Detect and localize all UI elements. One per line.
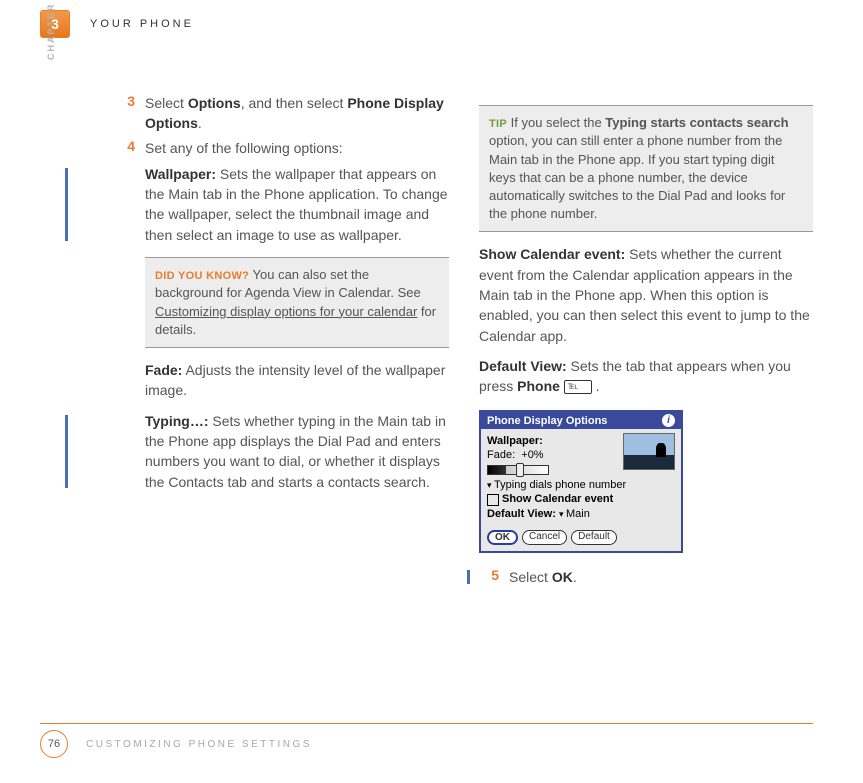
info-icon[interactable]: i — [662, 414, 675, 427]
show-calendar-checkbox[interactable]: Show Calendar event — [487, 493, 675, 505]
text: . — [592, 378, 600, 394]
device-screenshot: Phone Display Options i Wallpaper: Fade:… — [479, 410, 683, 552]
ss-default-view-value: Main — [566, 508, 590, 520]
footer-section-title: CUSTOMIZING PHONE SETTINGS — [86, 739, 312, 750]
fade-label: Fade: — [145, 362, 182, 378]
text: Select — [509, 569, 552, 585]
tip-box: TIP If you select the Typing starts cont… — [479, 105, 813, 232]
step-text: Set any of the following options: — [145, 138, 449, 158]
phone-key-icon: ℡ — [564, 380, 592, 394]
typing-option: Typing…: Sets whether typing in the Main… — [145, 411, 449, 492]
text: , and then select — [241, 95, 348, 111]
fade-slider[interactable] — [487, 465, 549, 475]
left-column: 3 Select Options, and then select Phone … — [115, 93, 449, 591]
text: If you select the — [507, 115, 605, 130]
checkbox-icon — [487, 494, 499, 506]
dialog-buttons: OK Cancel Default — [481, 526, 681, 551]
chapter-header: 3 YOUR PHONE — [40, 10, 813, 38]
ok-button[interactable]: OK — [487, 530, 518, 545]
options-label: Options — [188, 95, 241, 111]
default-view-label: Default View: — [479, 358, 567, 374]
typing-label: Typing…: — [145, 413, 209, 429]
step-number: 5 — [479, 567, 509, 587]
show-calendar-label: Show Calendar event: — [479, 246, 625, 262]
wallpaper-thumbnail[interactable] — [623, 433, 675, 470]
ss-fade-label: Fade: — [487, 449, 515, 461]
typing-contacts-label: Typing starts contacts search — [605, 115, 788, 130]
step-4: 4 Set any of the following options: — [115, 138, 449, 158]
wallpaper-label: Wallpaper: — [145, 166, 216, 182]
step-text: Select Options, and then select Phone Di… — [145, 93, 449, 134]
wallpaper-option: Wallpaper: Sets the wallpaper that appea… — [145, 164, 449, 245]
ok-label: OK — [552, 569, 573, 585]
did-you-know-box: DID YOU KNOW? You can also set the backg… — [145, 257, 449, 348]
typing-dropdown-value: Typing dials phone number — [494, 479, 626, 491]
typing-dropdown[interactable]: ▾ Typing dials phone number — [487, 479, 675, 491]
ss-fade-value: +0% — [521, 449, 543, 461]
cancel-button[interactable]: Cancel — [522, 530, 567, 545]
text: Select — [145, 95, 188, 111]
default-view-row[interactable]: Default View: ▾ Main — [487, 508, 675, 520]
page-footer: 76 CUSTOMIZING PHONE SETTINGS — [40, 723, 813, 758]
show-calendar-text: Show Calendar event — [502, 493, 613, 505]
step-5: 5 Select OK. — [479, 567, 813, 587]
step-3: 3 Select Options, and then select Phone … — [115, 93, 449, 134]
phone-bold: Phone — [517, 378, 560, 394]
step-text: Select OK. — [509, 567, 813, 587]
text: . — [198, 115, 202, 131]
dialog-title: Phone Display Options — [487, 415, 607, 427]
page-number: 76 — [40, 730, 68, 758]
chapter-side-label: CHAPTER — [46, 2, 56, 60]
fade-option: Fade: Adjusts the intensity level of the… — [145, 360, 449, 401]
tip-label: TIP — [489, 118, 507, 130]
right-column: TIP If you select the Typing starts cont… — [479, 93, 813, 591]
default-view-option: Default View: Sets the tab that appears … — [479, 356, 813, 397]
show-calendar-option: Show Calendar event: Sets whether the cu… — [479, 244, 813, 345]
did-you-know-label: DID YOU KNOW? — [155, 270, 249, 282]
calendar-link[interactable]: Customizing display options for your cal… — [155, 304, 417, 319]
ss-default-view-label: Default View: — [487, 508, 556, 520]
step-number: 4 — [115, 138, 145, 158]
default-button[interactable]: Default — [571, 530, 617, 545]
text: Adjusts the intensity level of the wallp… — [145, 362, 445, 398]
dialog-title-bar: Phone Display Options i — [481, 412, 681, 429]
step-number: 3 — [115, 93, 145, 134]
running-head-title: YOUR PHONE — [90, 18, 194, 30]
text: option, you can still enter a phone numb… — [489, 133, 785, 221]
text: . — [573, 569, 577, 585]
